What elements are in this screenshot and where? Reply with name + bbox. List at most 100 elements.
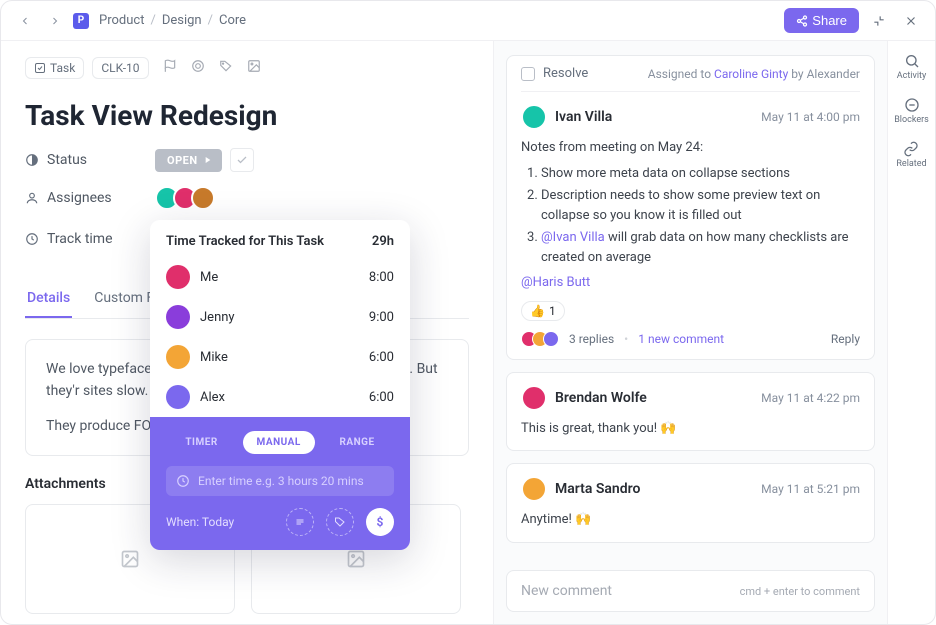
- tag-button[interactable]: [326, 508, 354, 536]
- assignees-label: Assignees: [25, 190, 155, 206]
- comment-author[interactable]: Brendan Wolfe: [555, 390, 647, 406]
- flag-icon[interactable]: [163, 59, 177, 77]
- comment-body: Anytime! 🙌: [521, 510, 860, 530]
- reaction-button[interactable]: 👍 1: [521, 301, 565, 321]
- new-comment-placeholder: New comment: [521, 583, 612, 599]
- comment-card: Brendan Wolfe May 11 at 4:22 pm This is …: [506, 372, 875, 452]
- topbar: P Product/ Design/ Core Share: [1, 1, 935, 41]
- avatar[interactable]: [191, 186, 215, 210]
- comment-author[interactable]: Ivan Villa: [555, 109, 612, 125]
- time-tracked-popover: Time Tracked for This Task 29h Me 8:00 Jen…: [150, 220, 410, 550]
- crumb-0[interactable]: Product: [99, 13, 144, 28]
- tab-details[interactable]: Details: [25, 280, 72, 318]
- tag-icon[interactable]: [219, 59, 233, 77]
- person-time: 6:00: [369, 350, 394, 365]
- person-time: 8:00: [369, 270, 394, 285]
- mention-link[interactable]: @Ivan Villa: [541, 230, 605, 245]
- person-time: 9:00: [369, 310, 394, 325]
- task-type-label: Task: [50, 61, 75, 75]
- image-placeholder-icon: [120, 549, 140, 569]
- assigned-to: Assigned to Caroline Ginty by Alexander: [648, 67, 860, 81]
- person-row[interactable]: Alex 6:00: [150, 377, 410, 417]
- share-button[interactable]: Share: [784, 8, 859, 33]
- time-entry-input[interactable]: Enter time e.g. 3 hours 20 mins: [166, 466, 394, 496]
- popover-total: 29h: [372, 234, 394, 249]
- assignee-link[interactable]: Caroline Ginty: [714, 67, 788, 81]
- page-title[interactable]: Task View Redesign: [25, 99, 469, 132]
- sidebar-blockers[interactable]: Blockers: [894, 97, 929, 125]
- billable-button[interactable]: $: [366, 508, 394, 536]
- track-time-label: Track time: [25, 231, 155, 247]
- person-name: Jenny: [200, 310, 235, 325]
- user-icon: [25, 191, 39, 205]
- resolve-label[interactable]: Resolve: [543, 66, 588, 81]
- avatar[interactable]: [521, 104, 547, 130]
- status-pill[interactable]: OPEN: [155, 149, 222, 172]
- status-value: OPEN: [167, 154, 198, 167]
- comment-author[interactable]: Marta Sandro: [555, 481, 640, 497]
- status-label: Status: [25, 152, 155, 168]
- new-comment-link[interactable]: 1 new comment: [638, 332, 724, 346]
- mark-complete-button[interactable]: [230, 148, 254, 172]
- reply-avatar-stack[interactable]: [521, 331, 559, 347]
- sidebar-activity[interactable]: Activity: [897, 53, 926, 81]
- mode-range[interactable]: RANGE: [325, 431, 388, 454]
- mode-manual[interactable]: MANUAL: [243, 431, 315, 454]
- collapse-icon[interactable]: [867, 9, 891, 33]
- breadcrumb[interactable]: P Product/ Design/ Core: [73, 13, 246, 29]
- thumbs-up-icon: 👍: [530, 304, 545, 318]
- target-icon[interactable]: [191, 59, 205, 77]
- share-icon: [796, 15, 808, 27]
- avatar: [166, 345, 190, 369]
- comment-thread: Resolve Assigned to Caroline Ginty by Al…: [506, 55, 875, 360]
- blockers-icon: [904, 97, 920, 113]
- person-time: 6:00: [369, 390, 394, 405]
- status-icon: [25, 153, 39, 167]
- person-name: Alex: [200, 390, 225, 405]
- play-icon: [204, 156, 212, 164]
- crumb-1[interactable]: Design: [162, 13, 202, 28]
- time-entry-placeholder: Enter time e.g. 3 hours 20 mins: [198, 474, 364, 488]
- person-name: Mike: [200, 350, 228, 365]
- share-label: Share: [812, 13, 847, 28]
- person-row[interactable]: Me 8:00: [150, 257, 410, 297]
- image-placeholder-icon: [346, 549, 366, 569]
- popover-title: Time Tracked for This Task: [166, 234, 324, 249]
- avatar: [166, 265, 190, 289]
- crumb-2[interactable]: Core: [219, 13, 246, 28]
- note-button[interactable]: [286, 508, 314, 536]
- comment-time: May 11 at 4:00 pm: [761, 110, 860, 124]
- search-icon: [904, 53, 920, 69]
- task-type-chip[interactable]: Task: [25, 57, 84, 79]
- mention-link[interactable]: @Haris Butt: [521, 275, 590, 290]
- space-badge: P: [73, 13, 89, 29]
- link-icon: [903, 141, 919, 157]
- close-icon[interactable]: [899, 9, 923, 33]
- comment-time: May 11 at 5:21 pm: [761, 482, 860, 496]
- comment-time: May 11 at 4:22 pm: [761, 391, 860, 405]
- assignee-stack[interactable]: [155, 186, 215, 210]
- avatar: [166, 385, 190, 409]
- person-row[interactable]: Mike 6:00: [150, 337, 410, 377]
- resolve-checkbox[interactable]: [521, 67, 535, 81]
- avatar[interactable]: [521, 476, 547, 502]
- new-comment-hint: cmd + enter to comment: [740, 585, 860, 598]
- nav-back[interactable]: [13, 9, 37, 33]
- task-id-chip[interactable]: CLK-10: [92, 57, 148, 79]
- reaction-count: 1: [549, 304, 556, 318]
- clock-icon: [25, 232, 39, 246]
- new-comment-input[interactable]: New comment cmd + enter to comment: [506, 570, 875, 612]
- clock-icon: [176, 474, 190, 488]
- image-icon[interactable]: [247, 59, 261, 77]
- sidebar-related[interactable]: Related: [896, 141, 926, 169]
- mode-timer[interactable]: TIMER: [171, 431, 231, 454]
- comment-body: Notes from meeting on May 24: Show more …: [521, 138, 860, 293]
- when-label[interactable]: When: Today: [166, 515, 234, 529]
- replies-count[interactable]: 3 replies: [569, 332, 614, 346]
- person-row[interactable]: Jenny 9:00: [150, 297, 410, 337]
- reply-button[interactable]: Reply: [831, 332, 860, 346]
- comment-card: Marta Sandro May 11 at 5:21 pm Anytime! …: [506, 463, 875, 543]
- person-name: Me: [200, 270, 218, 285]
- avatar[interactable]: [521, 385, 547, 411]
- nav-forward[interactable]: [43, 9, 67, 33]
